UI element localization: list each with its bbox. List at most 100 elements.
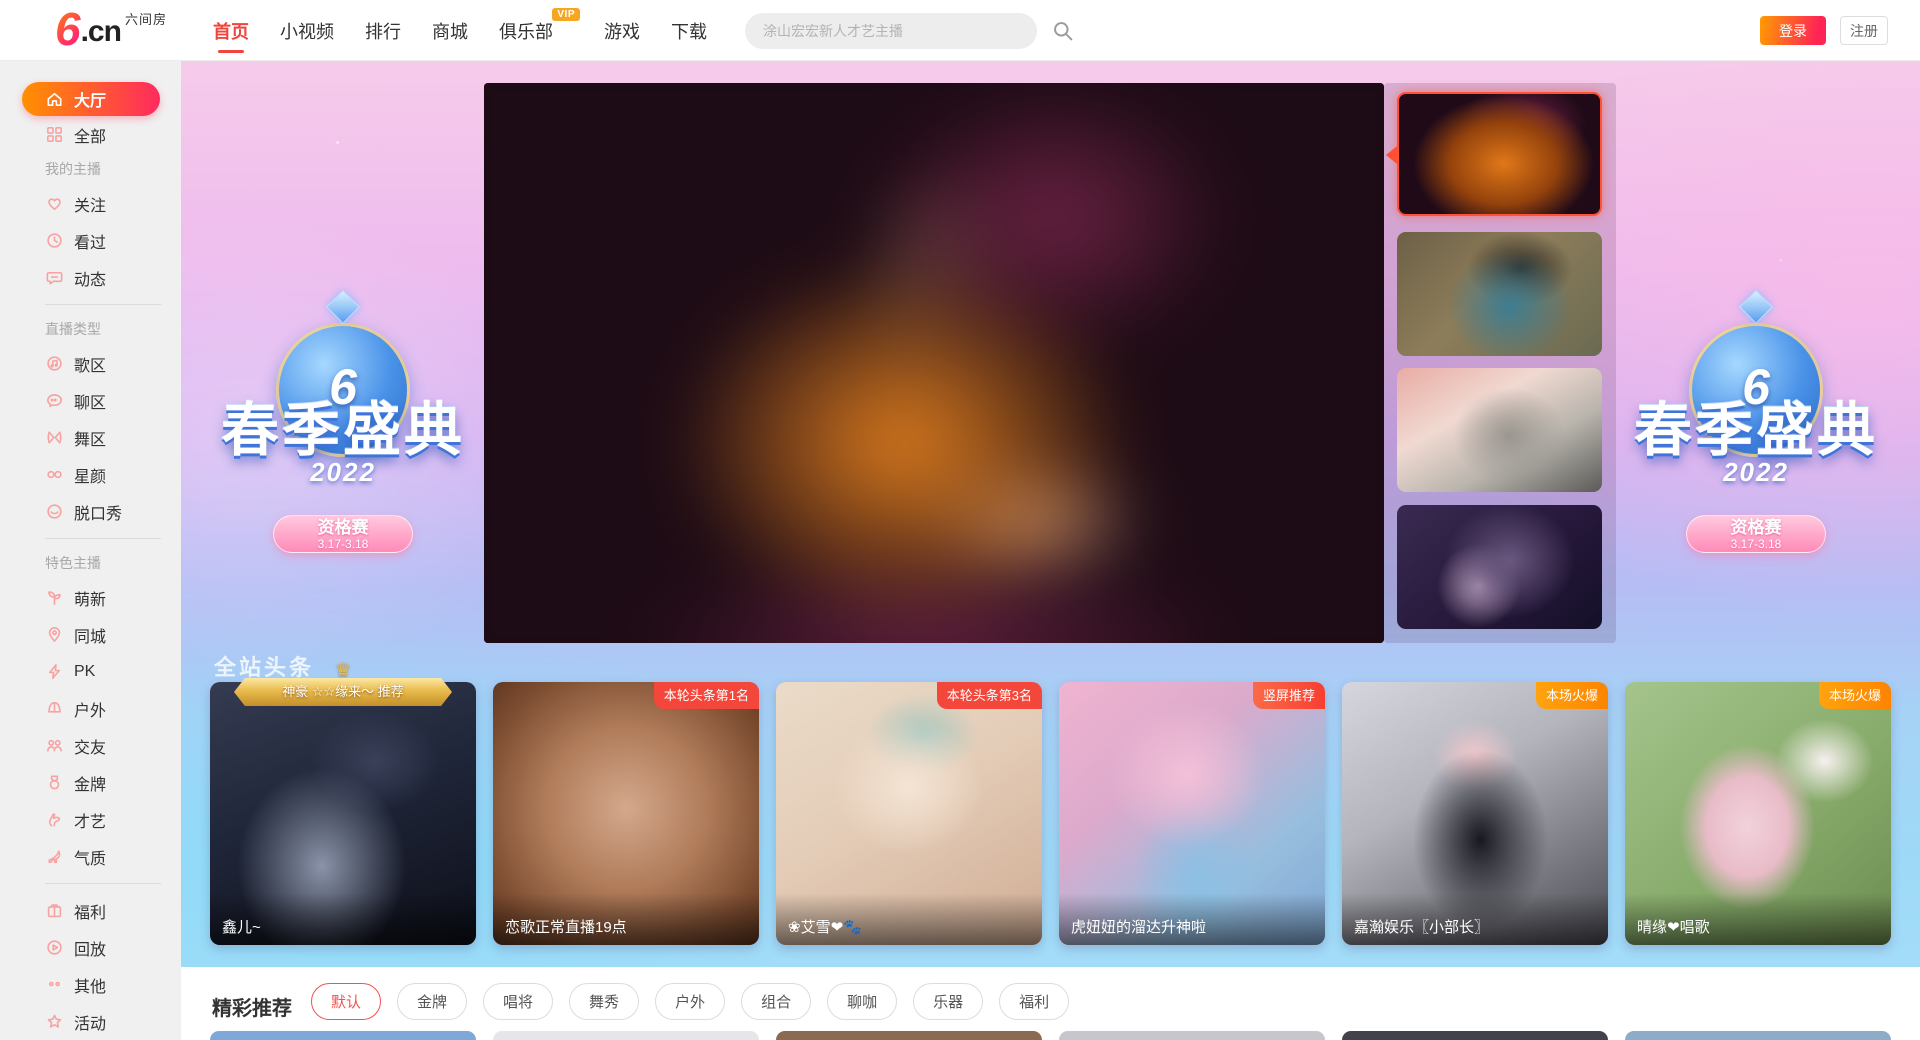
logo-6-mark: 6: [55, 4, 81, 54]
play-circle-icon: [45, 938, 64, 957]
left-sidebar: 大厅 全部 我的主播 关注 看过 动态 直播类型: [0, 61, 181, 1040]
high-heel-icon: [45, 847, 64, 866]
sidebar-item-talent[interactable]: 才艺: [0, 801, 181, 838]
stream-thumbnail-3[interactable]: [1397, 368, 1602, 492]
sidebar-item-all[interactable]: 全部: [0, 116, 181, 153]
heart-icon: [45, 194, 64, 213]
streamer-name: 恋歌正常直播19点: [493, 893, 759, 945]
smile-icon: [45, 502, 64, 521]
divider: [45, 304, 161, 305]
site-logo[interactable]: 6 .cn 六间房: [55, 4, 167, 54]
sidebar-item-feed[interactable]: 动态: [0, 259, 181, 296]
search-icon[interactable]: [1051, 19, 1075, 43]
sidebar-item-song-zone[interactable]: 歌区: [0, 345, 181, 382]
event-title: 春季盛典: [1586, 383, 1920, 467]
sidebar-item-welfare[interactable]: 福利: [0, 892, 181, 929]
event-stage-pill[interactable]: 资格赛 3.17-3.18: [1686, 515, 1826, 553]
dots-icon: [45, 975, 64, 994]
live-player[interactable]: [484, 83, 1384, 643]
streamer-name: 晴缘❤唱歌: [1625, 893, 1891, 945]
location-pin-icon: [45, 625, 64, 644]
sidebar-item-same-city[interactable]: 同城: [0, 616, 181, 653]
card-top-strip: [1625, 1031, 1891, 1040]
chip-dance[interactable]: 舞秀: [569, 983, 639, 1020]
sidebar-item-replay[interactable]: 回放: [0, 929, 181, 966]
nav-ranking[interactable]: 排行: [365, 18, 401, 44]
nav-games[interactable]: 游戏: [604, 18, 640, 44]
event-banner-right[interactable]: 6 春季盛典 2022 资格赛 3.17-3.18: [1606, 295, 1906, 319]
crystal-diamond-icon: [1739, 290, 1773, 324]
sidebar-item-elegance[interactable]: 气质: [0, 838, 181, 875]
sidebar-group-my-streamers: 我的主播: [0, 153, 181, 185]
clock-icon: [45, 231, 64, 250]
register-button[interactable]: 注册: [1840, 16, 1888, 45]
vip-badge: VIP: [552, 8, 580, 21]
event-banner-left[interactable]: 6 春季盛典 2022 资格赛 3.17-3.18: [193, 295, 493, 319]
sidebar-item-watched[interactable]: 看过: [0, 222, 181, 259]
card-top-strip: [1342, 1031, 1608, 1040]
recommend-title: 精彩推荐: [212, 992, 292, 1021]
stream-card: 本场火爆 嘉瀚娱乐〖小部长〗: [1342, 682, 1608, 945]
chip-gold[interactable]: 金牌: [397, 983, 467, 1020]
sidebar-item-talk-show[interactable]: 脱口秀: [0, 493, 181, 530]
sidebar-item-pk[interactable]: PK: [0, 653, 181, 690]
chip-chatter[interactable]: 聊咖: [827, 983, 897, 1020]
chip-welfare[interactable]: 福利: [999, 983, 1069, 1020]
chip-default[interactable]: 默认: [311, 983, 381, 1020]
nav-download[interactable]: 下载: [671, 18, 707, 44]
sidebar-item-star-face[interactable]: 星颜: [0, 456, 181, 493]
sidebar-item-gold-medal[interactable]: 金牌: [0, 764, 181, 801]
nav-mall[interactable]: 商城: [432, 18, 468, 44]
music-note-icon: [45, 354, 64, 373]
chip-singer[interactable]: 唱将: [483, 983, 553, 1020]
bowtie-icon: [45, 428, 64, 447]
nav-club[interactable]: 俱乐部 VIP: [499, 18, 553, 44]
hero-section: 6 春季盛典 2022 资格赛 3.17-3.18 6 春季盛典 2022 资格…: [181, 61, 1920, 967]
hot-badge: 本场火爆: [1536, 682, 1608, 709]
sidebar-item-events[interactable]: 活动: [0, 1003, 181, 1040]
search-input[interactable]: [745, 13, 1037, 49]
chip-outdoor[interactable]: 户外: [655, 983, 725, 1020]
glasses-icon: [45, 465, 64, 484]
sidebar-item-others[interactable]: 其他: [0, 966, 181, 1003]
event-year: 2022: [193, 457, 493, 488]
sidebar-item-friends[interactable]: 交友: [0, 727, 181, 764]
sidebar-group-featured: 特色主播: [0, 547, 181, 579]
sidebar-group-live-types: 直播类型: [0, 313, 181, 345]
vip-recommend-banner: 神豪 ☆☆缘来～ 推荐: [234, 678, 452, 706]
login-button[interactable]: 登录: [1760, 16, 1826, 45]
vertical-recommend-badge: 竖屏推荐: [1253, 682, 1325, 709]
outdoor-dome-icon: [45, 699, 64, 718]
sidebar-item-dance-zone[interactable]: 舞区: [0, 419, 181, 456]
crystal-diamond-icon: [326, 290, 360, 324]
speech-bubble-icon: [45, 391, 64, 410]
card-top-strip: [1059, 1031, 1325, 1040]
chip-instrument[interactable]: 乐器: [913, 983, 983, 1020]
chip-group[interactable]: 组合: [741, 983, 811, 1020]
card-top-strip: [210, 1031, 476, 1040]
nav-home[interactable]: 首页: [213, 18, 249, 44]
stream-card: ♛ 神豪 ☆☆缘来～ 推荐 鑫儿~: [210, 682, 476, 945]
logo-cn-text: .cn: [81, 10, 121, 54]
search-area: [745, 13, 1075, 49]
stream-thumbnail-4[interactable]: [1397, 505, 1602, 629]
stream-thumbnail-2[interactable]: [1397, 232, 1602, 356]
streamer-name: 虎妞妞的溜达升神啦: [1059, 893, 1325, 945]
sidebar-item-newbie[interactable]: 萌新: [0, 579, 181, 616]
stream-thumbnail-1-selected[interactable]: [1397, 92, 1602, 216]
sidebar-item-chat-zone[interactable]: 聊区: [0, 382, 181, 419]
medal-icon: [45, 773, 64, 792]
stream-card: 本场火爆 晴缘❤唱歌: [1625, 682, 1891, 945]
gift-box-icon: [45, 901, 64, 920]
sidebar-item-outdoor[interactable]: 户外: [0, 690, 181, 727]
sidebar-item-hall[interactable]: 大厅: [22, 82, 160, 116]
selected-thumb-arrow-icon: [1386, 146, 1397, 164]
nav-short-video[interactable]: 小视频: [280, 18, 334, 44]
sidebar-item-following[interactable]: 关注: [0, 185, 181, 222]
star-icon: [45, 1012, 64, 1031]
streamer-name: 鑫儿~: [210, 893, 476, 945]
chat-bubble-icon: [45, 268, 64, 287]
event-stage-pill[interactable]: 资格赛 3.17-3.18: [273, 515, 413, 553]
player-video-blurred: [484, 83, 1384, 643]
people-icon: [45, 736, 64, 755]
